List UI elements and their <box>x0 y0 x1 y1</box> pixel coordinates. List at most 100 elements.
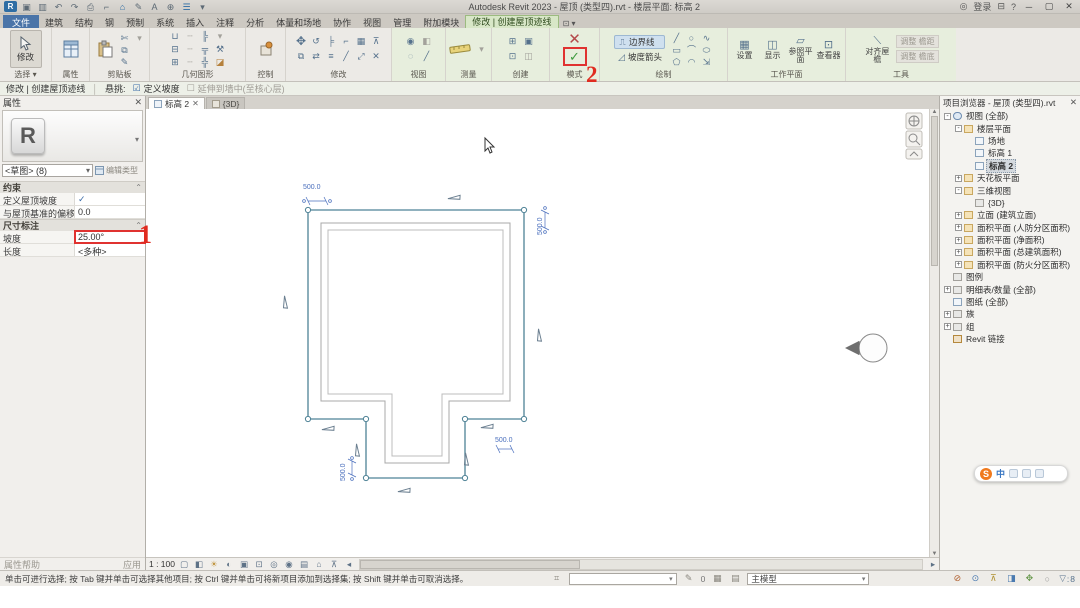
tree-item[interactable]: 图例 <box>940 271 1080 283</box>
expand-icon[interactable]: + <box>955 261 962 268</box>
tab-file[interactable]: 文件 <box>3 15 39 28</box>
undo-icon[interactable]: ↶ <box>52 1 65 13</box>
vertical-scroll-thumb[interactable] <box>931 116 938 266</box>
param-define-slope-value[interactable]: ✓ <box>74 193 145 205</box>
modify-tab-options-icon[interactable]: ⊡ ▾ <box>563 19 576 28</box>
scroll-down-icon[interactable]: ▼ <box>930 551 939 557</box>
save-icon[interactable]: ▥ <box>36 1 49 13</box>
param-length-value[interactable]: <多种> <box>74 244 145 256</box>
design-options-pick-icon[interactable]: ▤ <box>729 573 741 584</box>
tree-item[interactable]: 图纸 (全部) <box>940 296 1080 308</box>
boundary-line-button[interactable]: ⎍边界线 <box>614 35 665 49</box>
select-pinned-toggle-icon[interactable]: ⊼ <box>987 573 999 584</box>
temporary-view-properties-icon[interactable]: ▤ <box>298 559 310 570</box>
temporary-hide-isolate-icon[interactable]: ◎ <box>268 559 280 570</box>
tag-icon[interactable]: ✎ <box>132 1 145 13</box>
delete-icon[interactable]: ✕ <box>370 50 383 62</box>
workplane-set-button[interactable]: ▦设置 <box>732 38 758 61</box>
expand-icon[interactable]: + <box>944 323 951 330</box>
copy-element-icon[interactable]: ⧉ <box>295 50 308 62</box>
edit-type-button[interactable]: 编辑类型 <box>95 165 143 176</box>
signin-label[interactable]: 登录 <box>973 0 991 13</box>
tree-item[interactable]: {3D} <box>940 197 1080 209</box>
modify-tool-button[interactable]: 修改 <box>10 30 42 68</box>
ribbon-tab[interactable]: 体量和场地 <box>270 15 327 28</box>
elevation-marker[interactable] <box>845 334 887 362</box>
pin-icon[interactable]: ⊼ <box>370 35 383 47</box>
draw-fillet-arc-icon[interactable]: ◠ <box>685 56 698 68</box>
analytical-model-icon[interactable]: ⌂ <box>313 559 325 569</box>
param-slope-value[interactable]: 25.00° <box>74 231 145 243</box>
ref-plane-button[interactable]: ▱参照平面 <box>788 34 814 65</box>
detail-level-icon[interactable]: ▢ <box>178 559 190 570</box>
tree-item[interactable]: +族 <box>940 308 1080 320</box>
select-links-toggle-icon[interactable]: ⊘ <box>951 573 963 584</box>
tree-item[interactable]: -楼层平面 <box>940 122 1080 134</box>
horizontal-scrollbar[interactable] <box>359 559 923 570</box>
roof-footprint-sketch-line[interactable] <box>308 210 524 478</box>
panel-label-workplane[interactable]: 工作平面 <box>728 70 845 81</box>
search-icon[interactable]: ◎ <box>960 1 968 12</box>
properties-close-icon[interactable]: ✕ <box>134 97 142 108</box>
expand-icon[interactable]: + <box>955 249 962 256</box>
expand-icon[interactable]: + <box>955 212 962 219</box>
selection-filter-button[interactable]: ▽:8 <box>1059 573 1075 584</box>
tab-contextual-create-roof-footprint[interactable]: 修改 | 创建屋顶迹线 <box>465 15 558 28</box>
extend-into-wall-checkbox[interactable]: ☐ 延伸到墙中(至核心层) <box>187 82 285 95</box>
draw-arc-icon[interactable]: ⌒ <box>685 44 698 56</box>
drawing-canvas[interactable]: 500.0 500.0 <box>146 109 939 557</box>
background-processes-icon[interactable]: ○ <box>1041 574 1053 584</box>
expand-icon[interactable]: + <box>955 237 962 244</box>
hscroll-right-icon[interactable]: ▸ <box>927 559 939 570</box>
tree-item[interactable]: +组 <box>940 321 1080 333</box>
editing-requests-icon[interactable]: ✎ <box>683 573 695 584</box>
expand-icon[interactable]: + <box>944 311 951 318</box>
tree-item[interactable]: +立面 (建筑立面) <box>940 209 1080 221</box>
type-selector-caret-icon[interactable]: ▾ <box>135 135 139 144</box>
dimension-annotations[interactable]: 500.0 500.0 <box>303 184 549 481</box>
panel-label-view[interactable]: 视图 <box>392 70 445 81</box>
apply-button[interactable]: 应用 <box>123 558 141 571</box>
activate-controls-button[interactable] <box>250 30 282 68</box>
scale-icon[interactable]: ⤢ <box>355 50 368 62</box>
sogou-logo-icon[interactable]: S <box>980 468 992 480</box>
cut-options-icon[interactable]: ┄ <box>184 43 197 55</box>
project-browser-close-icon[interactable]: ✕ <box>1070 97 1077 108</box>
text-icon[interactable]: A <box>148 1 161 13</box>
shadows-icon[interactable]: ◐ <box>223 559 235 569</box>
collapse-icon[interactable]: - <box>955 187 962 194</box>
paste-options-icon[interactable]: ▾ <box>133 32 146 44</box>
tree-item[interactable]: 标高 1 <box>940 147 1080 159</box>
ribbon-tab[interactable]: 附加模块 <box>417 15 465 28</box>
param-base-offset-value[interactable]: 0.0 <box>74 206 145 218</box>
adjust-eave-bottom-button[interactable]: 调整 檐底 <box>896 50 938 63</box>
measure-icon[interactable]: ⌐ <box>100 1 113 13</box>
cancel-edit-mode-icon[interactable]: ✕ <box>568 33 581 47</box>
design-options-dropdown[interactable]: 主模型▾ <box>747 573 869 585</box>
measure-ruler-icon[interactable] <box>449 42 473 56</box>
tree-item[interactable]: +天花板平面 <box>940 172 1080 184</box>
panel-label-modify[interactable]: 修改 <box>286 70 391 81</box>
ribbon-tab[interactable]: 系统 <box>150 15 180 28</box>
ribbon-tab[interactable]: 注释 <box>210 15 240 28</box>
ribbon-tab[interactable]: 建筑 <box>39 15 69 28</box>
pick-lines-icon[interactable]: ⇲ <box>700 56 713 68</box>
draw-circle-icon[interactable]: ○ <box>685 32 698 44</box>
measure-options-icon[interactable]: ▾ <box>475 43 488 55</box>
finish-edit-mode-icon[interactable]: ✓ <box>569 50 580 63</box>
thin-lines-icon[interactable]: ☰ <box>180 1 193 13</box>
override-icon[interactable]: ◧ <box>420 35 433 47</box>
ribbon-tab[interactable]: 管理 <box>387 15 417 28</box>
create-similar-icon[interactable]: ⊡ <box>506 50 519 62</box>
adjust-overhang-button[interactable]: 调整 檐距 <box>896 35 938 48</box>
properties-help-link[interactable]: 属性帮助 <box>4 558 40 571</box>
section-icon[interactable]: ⊕ <box>164 1 177 13</box>
demolish-icon[interactable]: ⚒ <box>214 43 227 55</box>
align-eaves-button[interactable]: ⟍对齐屋檐 <box>863 34 891 65</box>
panel-label-control[interactable]: 控制 <box>246 70 285 81</box>
copy-icon[interactable]: ⧉ <box>118 44 131 56</box>
panel-label-select[interactable]: 选择 ▾ <box>0 70 51 81</box>
slope-arrow-button[interactable]: ◿坡度箭头 <box>614 50 665 64</box>
cut-icon[interactable]: ✄ <box>118 32 131 44</box>
crop-view-icon[interactable]: ▣ <box>238 559 250 570</box>
